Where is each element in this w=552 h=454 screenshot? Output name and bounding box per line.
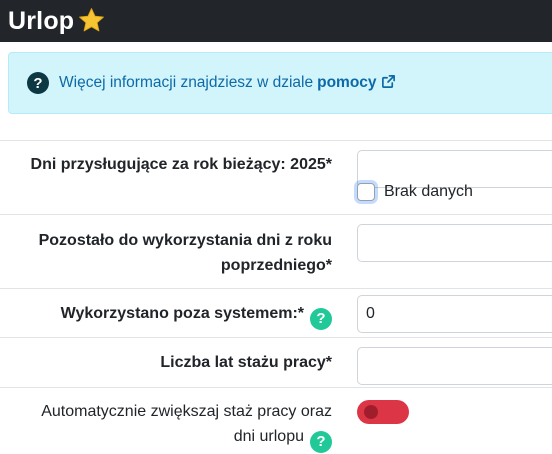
page-header: Urlop <box>0 0 552 42</box>
days-previous-year-label-line1: Pozostało do wykorzystania dni z roku <box>38 232 332 249</box>
divider <box>0 214 552 215</box>
help-icon[interactable]: ? <box>310 430 332 453</box>
star-icon <box>79 7 105 31</box>
years-of-service-label: Liczba lat stażu pracy* <box>160 354 332 371</box>
page-title: Urlop <box>8 6 75 35</box>
no-data-checkbox[interactable] <box>357 183 375 201</box>
divider <box>0 288 552 289</box>
divider <box>0 140 552 141</box>
auto-increase-label: Automatycznie zwiększaj staż pracy oraz … <box>41 399 332 453</box>
question-circle-icon: ? <box>27 72 49 94</box>
auto-increase-label-line2: dni urlopu <box>233 428 304 445</box>
help-icon[interactable]: ? <box>310 307 332 330</box>
toggle-knob <box>364 405 378 419</box>
divider <box>0 387 552 388</box>
no-data-checkbox-row[interactable]: Brak danych <box>357 183 473 201</box>
years-of-service-input[interactable] <box>357 347 552 385</box>
days-current-year-label: Dni przysługujące za rok bieżący: 2025* <box>30 156 332 173</box>
external-link-icon <box>381 75 395 88</box>
days-previous-year-label-line2: poprzedniego* <box>220 257 332 274</box>
auto-increase-label-line1: Automatycznie zwiększaj staż pracy oraz <box>41 403 332 420</box>
alert-message: Więcej informacji znajdziesz w dziale <box>59 74 314 91</box>
used-outside-system-label-text: Wykorzystano poza systemem:* <box>60 305 304 322</box>
divider <box>0 337 552 338</box>
no-data-label: Brak danych <box>384 183 473 200</box>
help-link-label: pomocy <box>317 74 377 91</box>
alert-text: Więcej informacji znajdziesz w dziale pom… <box>59 74 396 92</box>
days-previous-year-input[interactable] <box>357 224 552 262</box>
auto-increase-toggle[interactable] <box>357 400 409 424</box>
days-previous-year-label: Pozostało do wykorzystania dni z roku po… <box>39 228 332 278</box>
help-link[interactable]: pomocy <box>317 74 395 91</box>
used-outside-system-input[interactable] <box>357 295 552 333</box>
auto-increase-label-line2-wrap: dni urlopu? <box>41 424 332 453</box>
info-alert: ? Więcej informacji znajdziesz w dziale p… <box>8 52 552 114</box>
used-outside-system-label: Wykorzystano poza systemem:*? <box>61 301 332 330</box>
